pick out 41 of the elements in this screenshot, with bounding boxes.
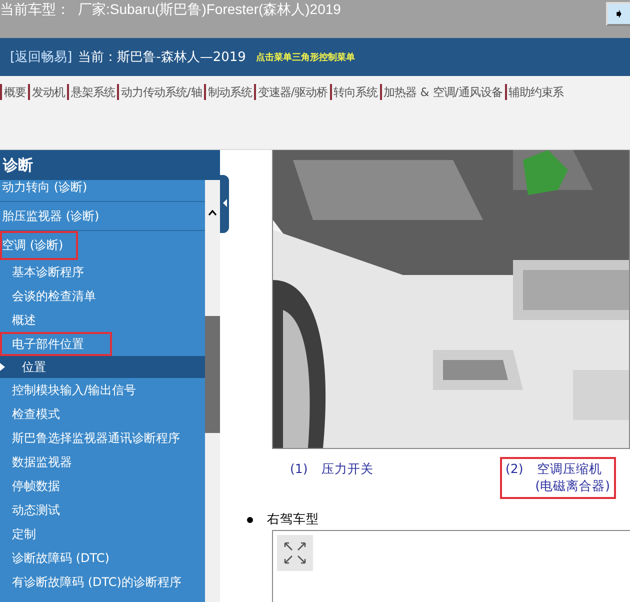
sidebar-title: 诊断 (0, 150, 220, 180)
sidebar-item[interactable]: 基本诊断程序 (0, 260, 205, 284)
sidebar-item[interactable]: 检查模式 (0, 402, 205, 426)
sidebar-item[interactable]: 诊断故障码 (DTC) (0, 546, 205, 570)
sidebar-item[interactable]: 空调 (诊断) (0, 231, 78, 260)
callout-label: 压力开关 (322, 461, 374, 476)
sidebar-item[interactable]: 定制 (0, 522, 205, 546)
collapse-tab[interactable] (220, 175, 229, 233)
sidebar-item[interactable]: 停帧数据 (0, 474, 205, 498)
toggle-button[interactable]: ➧ (606, 2, 630, 26)
nav-link[interactable]: 概要 (0, 84, 28, 100)
bullet-text: 右驾车型 (267, 511, 319, 528)
sidebar-item[interactable]: 会谈的检查清单 (0, 284, 205, 308)
callout-label: (电磁离合器) (535, 478, 610, 495)
sidebar-item[interactable]: 概述 (0, 308, 205, 332)
sidebar-item[interactable]: 位置 (0, 356, 205, 378)
callout-number: (1) (290, 461, 308, 478)
sidebar-item[interactable]: 斯巴鲁选择监视器通讯诊断程序 (0, 426, 205, 450)
nav-link[interactable]: 转向系统 (330, 84, 380, 100)
sidebar-item[interactable]: 有诊断故障码 (DTC)的诊断程序 (0, 570, 205, 594)
sidebar-item[interactable]: 动态测试 (0, 498, 205, 522)
menu-hint: 点击菜单三角形控制菜单 (256, 51, 355, 64)
nav-link[interactable]: 动力传动系统/轴 (117, 84, 204, 100)
sidebar-item[interactable]: 数据监视器 (0, 450, 205, 474)
sidebar-item[interactable]: 电子部件位置 (0, 332, 112, 356)
nav-link[interactable]: 发动机 (28, 84, 67, 100)
model-label: 当前车型： (0, 0, 70, 18)
nav-link[interactable]: 制动系统 (204, 84, 254, 100)
expand-button[interactable] (277, 535, 313, 571)
model-name: 厂家:Subaru(斯巴鲁)Forester(森林人)2019 (78, 0, 341, 18)
callout-label: 空调压缩机 (537, 461, 602, 476)
callout-number: (2) (506, 461, 524, 478)
bullet-icon (247, 516, 253, 522)
nav-link[interactable]: 辅助约束系 (504, 84, 566, 100)
back-link[interactable]: [返回畅易] (10, 48, 72, 66)
current-path: 当前：斯巴鲁-森林人—2019 (78, 49, 246, 66)
sidebar-item[interactable]: 动力转向 (诊断) (0, 180, 205, 202)
nav-link[interactable]: 变速器/驱动桥 (254, 84, 330, 100)
nav-link[interactable]: 加热器 & 空调/通风设备 (380, 84, 505, 100)
nav-link[interactable]: 悬架系统 (67, 84, 117, 100)
sidebar-item[interactable]: 控制模块输入/输出信号 (0, 378, 205, 402)
